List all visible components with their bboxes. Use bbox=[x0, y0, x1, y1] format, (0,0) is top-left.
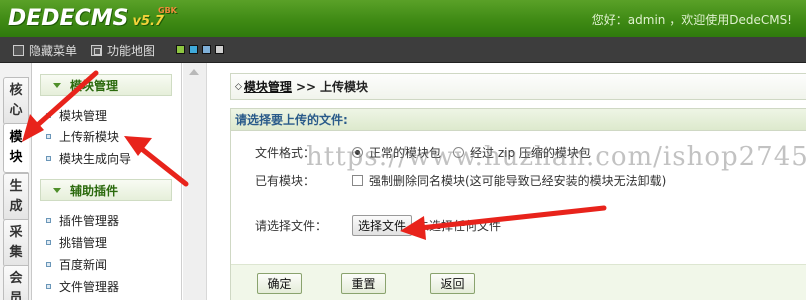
menu-scrollbar[interactable] bbox=[183, 63, 207, 300]
breadcrumb-link-module-manage[interactable]: 模块管理 bbox=[244, 78, 292, 95]
scroll-up-icon[interactable] bbox=[189, 69, 199, 75]
bullet-icon bbox=[46, 113, 51, 118]
tab-modules[interactable]: 模块 bbox=[3, 123, 29, 173]
file-label: 请选择文件： bbox=[255, 219, 328, 233]
menu-group-modules[interactable]: 模块管理 bbox=[40, 74, 172, 96]
hide-menu-button[interactable]: 隐藏菜单 bbox=[13, 42, 77, 59]
app-header: DEDECMS v5.7 GBK 您好：admin ，欢迎使用DedeCMS! bbox=[0, 0, 806, 37]
collapse-arrow-icon bbox=[53, 187, 61, 193]
tab-member[interactable]: 会员 bbox=[3, 265, 29, 300]
version-label: v5.7 bbox=[132, 14, 164, 29]
upload-form: 请选择要上传的文件: 文件格式： 正常的模块包 经过 zip 压缩的模块包 已有… bbox=[230, 108, 806, 300]
tab-member-label: 会员 bbox=[9, 271, 23, 300]
bullet-icon bbox=[46, 218, 51, 223]
menu-group-title: 模块管理 bbox=[70, 78, 119, 93]
menu-item-baidu-news[interactable]: 百度新闻 bbox=[46, 256, 107, 273]
bullet-icon bbox=[46, 240, 51, 245]
menu-group-plugins[interactable]: 辅助插件 bbox=[40, 179, 172, 201]
tab-generate-label: 生成 bbox=[9, 179, 23, 214]
dedecms-logo: DEDECMS v5.7 GBK bbox=[8, 6, 177, 31]
back-button[interactable]: 返回 bbox=[430, 273, 475, 294]
menu-item-module-wizard[interactable]: 模块生成向导 bbox=[46, 150, 131, 167]
tab-collect-label: 采集 bbox=[9, 225, 23, 260]
menu-item-label: 挑错管理 bbox=[59, 236, 108, 250]
category-tabs: 核心 模块 生成 采集 会员 bbox=[0, 63, 32, 300]
breadcrumb-current: 上传模块 bbox=[320, 80, 369, 94]
bullet-icon bbox=[46, 156, 51, 161]
force-delete-checkbox[interactable] bbox=[352, 175, 363, 186]
logo-text: DEDECMS bbox=[8, 6, 129, 31]
tab-core[interactable]: 核心 bbox=[3, 77, 29, 125]
collapse-arrow-icon bbox=[53, 82, 61, 88]
skin-swatch-gray[interactable] bbox=[215, 45, 224, 54]
menu-item-label: 百度新闻 bbox=[59, 258, 108, 272]
grid-icon bbox=[91, 45, 102, 56]
menu-item-upload-module[interactable]: 上传新模块 bbox=[46, 128, 119, 145]
site-map-button[interactable]: 功能地图 bbox=[91, 42, 155, 59]
skin-swatch-lightblue[interactable] bbox=[202, 45, 211, 54]
side-menu: 模块管理 模块管理 上传新模块 模块生成向导 辅助插件 插件管理器 挑错管理 百… bbox=[32, 63, 182, 300]
reset-button[interactable]: 重置 bbox=[341, 273, 386, 294]
force-delete-label: 强制删除同名模块(这可能导致已经安装的模块无法卸载) bbox=[369, 174, 667, 188]
ok-button[interactable]: 确定 bbox=[257, 273, 302, 294]
action-bar: 确定 重置 返回 bbox=[231, 264, 806, 300]
menu-item-file-manager[interactable]: 文件管理器 bbox=[46, 278, 119, 295]
top-toolbar: 隐藏菜单 功能地图 bbox=[0, 37, 806, 63]
tab-collect[interactable]: 采集 bbox=[3, 219, 29, 267]
bullet-icon bbox=[46, 284, 51, 289]
tab-generate[interactable]: 生成 bbox=[3, 173, 29, 221]
tab-modules-label: 模块 bbox=[9, 130, 23, 165]
menu-item-label: 文件管理器 bbox=[59, 280, 120, 294]
form-title: 请选择要上传的文件: bbox=[231, 109, 806, 131]
skin-swatch-blue[interactable] bbox=[189, 45, 198, 54]
site-map-label: 功能地图 bbox=[107, 44, 156, 58]
breadcrumb-separator: >> bbox=[295, 79, 317, 94]
encoding-tag: GBK bbox=[158, 6, 177, 15]
menu-item-module-manage[interactable]: 模块管理 bbox=[46, 107, 107, 124]
main-content: ◇ 模块管理 >> 上传模块 请选择要上传的文件: 文件格式： 正常的模块包 经… bbox=[208, 63, 806, 300]
diamond-icon: ◇ bbox=[235, 81, 242, 92]
file-status: 未选择任何文件 bbox=[417, 219, 502, 233]
file-row: 请选择文件： 选择文件 未选择任何文件 bbox=[255, 215, 501, 236]
menu-item-label: 上传新模块 bbox=[59, 130, 120, 144]
menu-item-error-manage[interactable]: 挑错管理 bbox=[46, 234, 107, 251]
bullet-icon bbox=[46, 262, 51, 267]
welcome-text: 您好：admin ，欢迎使用DedeCMS! bbox=[591, 13, 792, 27]
menu-item-plugin-manager[interactable]: 插件管理器 bbox=[46, 212, 119, 229]
breadcrumb: ◇ 模块管理 >> 上传模块 bbox=[230, 73, 806, 100]
skin-swatch-green[interactable] bbox=[176, 45, 185, 54]
existing-row: 已有模块： 强制删除同名模块(这可能导致已经安装的模块无法卸载) bbox=[255, 172, 666, 189]
panel-icon bbox=[13, 45, 24, 56]
menu-item-label: 插件管理器 bbox=[59, 214, 120, 228]
bullet-icon bbox=[46, 134, 51, 139]
menu-group-title: 辅助插件 bbox=[70, 183, 119, 198]
hide-menu-label: 隐藏菜单 bbox=[29, 44, 78, 58]
menu-item-label: 模块管理 bbox=[59, 109, 108, 123]
tab-core-label: 核心 bbox=[9, 83, 23, 118]
choose-file-button[interactable]: 选择文件 bbox=[352, 215, 413, 236]
menu-item-label: 模块生成向导 bbox=[59, 152, 132, 166]
existing-label: 已有模块： bbox=[255, 174, 316, 188]
watermark-text: https://www.huzhan.com/ishop27457 bbox=[306, 142, 806, 172]
